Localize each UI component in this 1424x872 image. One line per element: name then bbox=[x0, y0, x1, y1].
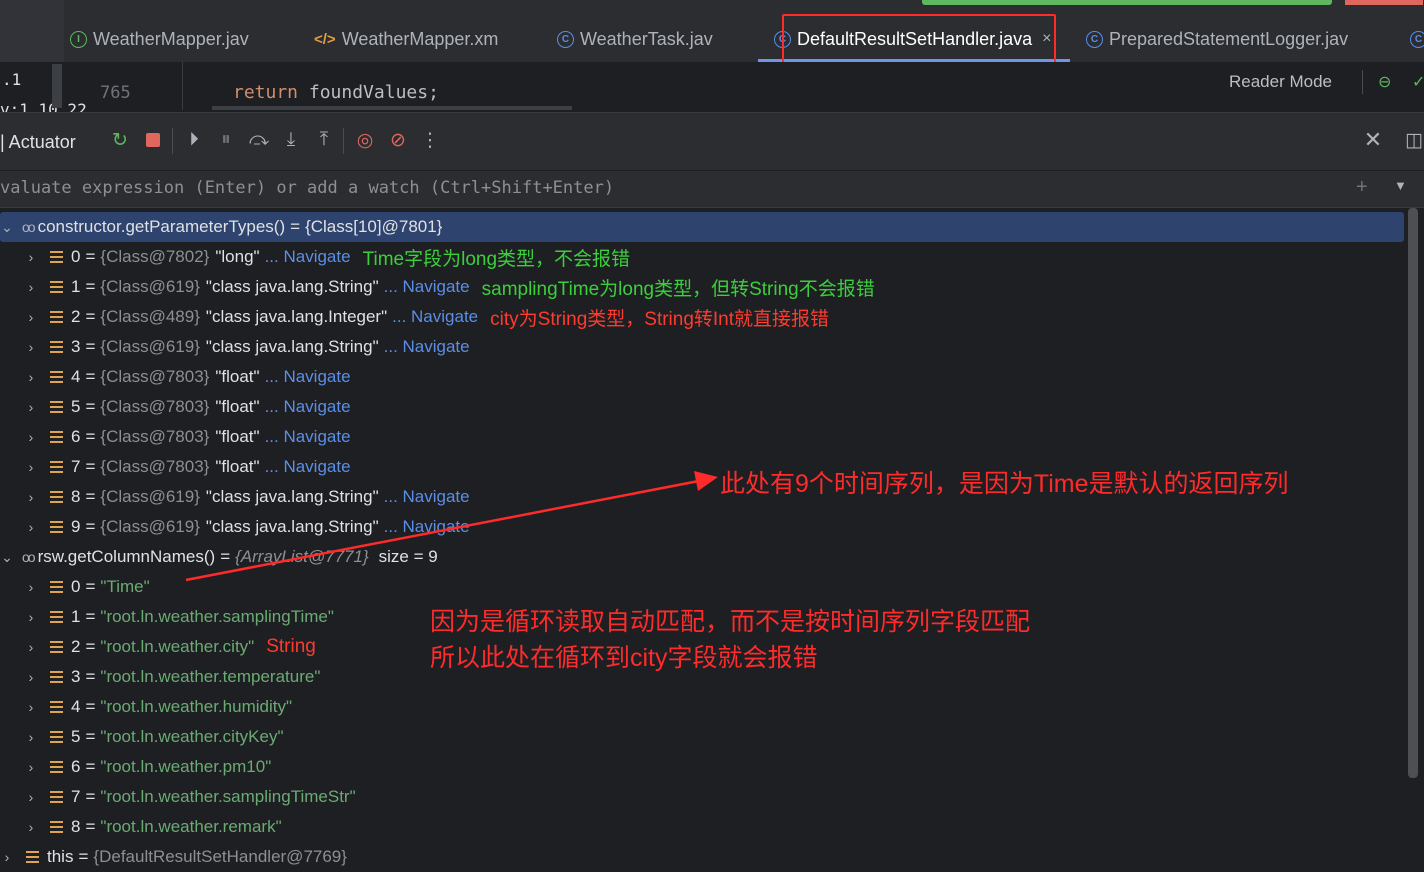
annotation-loop-note-1: 因为是循环读取自动匹配，而不是按时间序列字段匹配 bbox=[430, 608, 1031, 636]
annotation-arrow-note: 此处有9个时间序列，是因为Time是默认的返回序列 bbox=[720, 470, 1289, 498]
annotation-arrow bbox=[185, 471, 718, 582]
annotation-loop-note-2: 所以此处在循环到city字段就会报错 bbox=[430, 644, 818, 672]
